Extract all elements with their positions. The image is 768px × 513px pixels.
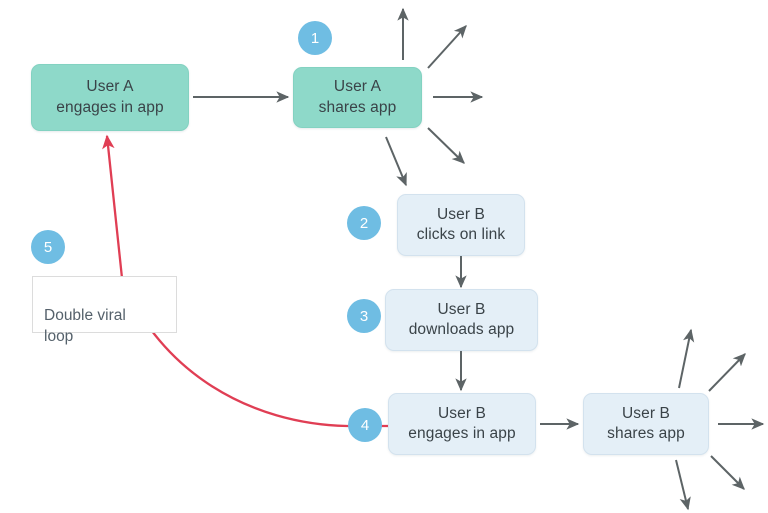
node-user-b-clicks[interactable]: User B clicks on link (397, 194, 525, 256)
edge-a-shares-to-b-clicks (385, 136, 407, 187)
node-user-a-engages-label: User A engages in app (56, 78, 164, 116)
badge-1[interactable]: 1 (298, 21, 332, 55)
node-user-b-downloads[interactable]: User B downloads app (385, 289, 538, 351)
badge-2[interactable]: 2 (347, 206, 381, 240)
badge-3[interactable]: 3 (347, 299, 381, 333)
node-user-b-shares[interactable]: User B shares app (583, 393, 709, 455)
badge-4[interactable]: 4 (348, 408, 382, 442)
edge-b-shares-fan-down (675, 459, 691, 511)
badge-4-value: 4 (360, 416, 370, 434)
edge-b-shares-fan-up (678, 328, 695, 389)
badge-2-value: 2 (359, 214, 369, 232)
edge-b-shares-fan-up-right (708, 353, 746, 392)
badge-5-value: 5 (43, 238, 53, 256)
badge-3-value: 3 (359, 307, 369, 325)
badge-1-value: 1 (310, 29, 320, 47)
node-user-b-shares-label: User B shares app (607, 404, 685, 442)
node-user-a-engages[interactable]: User A engages in app (31, 64, 189, 131)
node-user-b-engages-label: User B engages in app (408, 404, 516, 442)
node-user-a-shares[interactable]: User A shares app (293, 67, 422, 128)
edge-a-shares-fan-up-right (427, 25, 467, 69)
diagram-canvas: User A engages in app User A shares app … (0, 0, 768, 513)
badge-5[interactable]: 5 (31, 230, 65, 264)
node-user-b-engages[interactable]: User B engages in app (388, 393, 536, 455)
edge-a-shares-fan-down-right (427, 127, 465, 164)
double-viral-loop-callout[interactable]: Double viral loop (32, 276, 177, 345)
node-user-a-shares-label: User A shares app (318, 78, 397, 116)
edge-b-shares-fan-down-right (710, 455, 745, 490)
node-user-b-clicks-label: User B clicks on link (416, 205, 506, 243)
node-user-b-downloads-label: User B downloads app (408, 300, 515, 338)
